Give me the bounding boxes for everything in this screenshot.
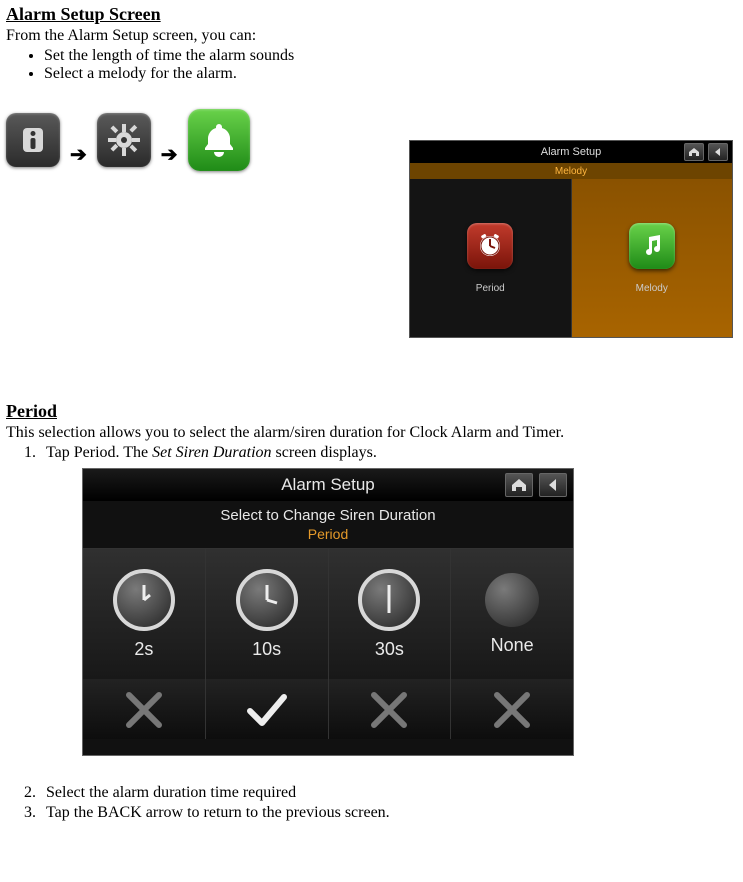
screenshot-subbar: Melody	[410, 163, 732, 179]
list-item: Select a melody for the alarm.	[44, 65, 737, 83]
duration-label: None	[491, 635, 534, 656]
clock-icon	[467, 223, 513, 269]
music-icon	[629, 223, 675, 269]
duration-label: 30s	[375, 639, 404, 660]
bell-icon	[188, 109, 250, 171]
none-icon	[485, 573, 539, 627]
back-icon	[708, 143, 728, 161]
selected-icon	[206, 680, 328, 739]
screenshot2-titlebar: Alarm Setup	[83, 469, 573, 501]
duration-option-30s: 30s	[329, 549, 452, 739]
clock-icon	[358, 569, 420, 631]
period-screenshot: Alarm Setup Select to Change Siren Durat…	[82, 468, 574, 756]
period-label: Period	[476, 283, 505, 294]
clock-icon	[113, 569, 175, 631]
info-icon	[6, 113, 60, 167]
heading-period: Period	[6, 401, 737, 422]
period-panel: Period	[410, 179, 572, 337]
intro-text: From the Alarm Setup screen, you can:	[6, 27, 737, 45]
gear-icon	[97, 113, 151, 167]
unselected-icon	[83, 680, 205, 739]
duration-option-10s: 10s	[206, 549, 329, 739]
back-icon	[539, 473, 567, 497]
screenshot-titlebar: Alarm Setup	[410, 141, 732, 163]
capability-list: Set the length of time the alarm sounds …	[6, 47, 737, 83]
alarm-setup-screenshot: Alarm Setup Melody Period	[409, 140, 733, 338]
arrow-icon: ➔	[66, 142, 91, 167]
heading-alarm-setup-screen: Alarm Setup Screen	[6, 4, 737, 25]
step-text: screen displays.	[272, 444, 377, 461]
screenshot2-title: Alarm Setup	[281, 475, 375, 495]
steps-list: Tap Period. The Set Siren Duration scree…	[6, 444, 737, 822]
duration-label: 2s	[134, 639, 153, 660]
clock-icon	[236, 569, 298, 631]
period-description: This selection allows you to select the …	[6, 424, 737, 442]
screenshot2-tab-label: Period	[83, 526, 573, 542]
duration-label: 10s	[252, 639, 281, 660]
unselected-icon	[451, 680, 573, 739]
melody-panel: Melody	[572, 179, 733, 337]
step-item: Tap Period. The Set Siren Duration scree…	[40, 444, 737, 782]
step-text-italic: Set Siren Duration	[152, 444, 271, 461]
step-item: Select the alarm duration time required	[40, 784, 737, 802]
home-icon	[684, 143, 704, 161]
step-item: Tap the BACK arrow to return to the prev…	[40, 804, 737, 822]
duration-option-2s: 2s	[83, 549, 206, 739]
home-icon	[505, 473, 533, 497]
screenshot2-subtitle: Select to Change Siren Duration	[83, 507, 573, 524]
list-item: Set the length of time the alarm sounds	[44, 47, 737, 65]
melody-label: Melody	[636, 283, 668, 294]
step-text: Tap Period. The	[46, 444, 152, 461]
unselected-icon	[329, 680, 451, 739]
arrow-icon: ➔	[157, 142, 182, 167]
duration-option-none: None	[451, 549, 573, 739]
screenshot-title: Alarm Setup	[541, 146, 602, 158]
